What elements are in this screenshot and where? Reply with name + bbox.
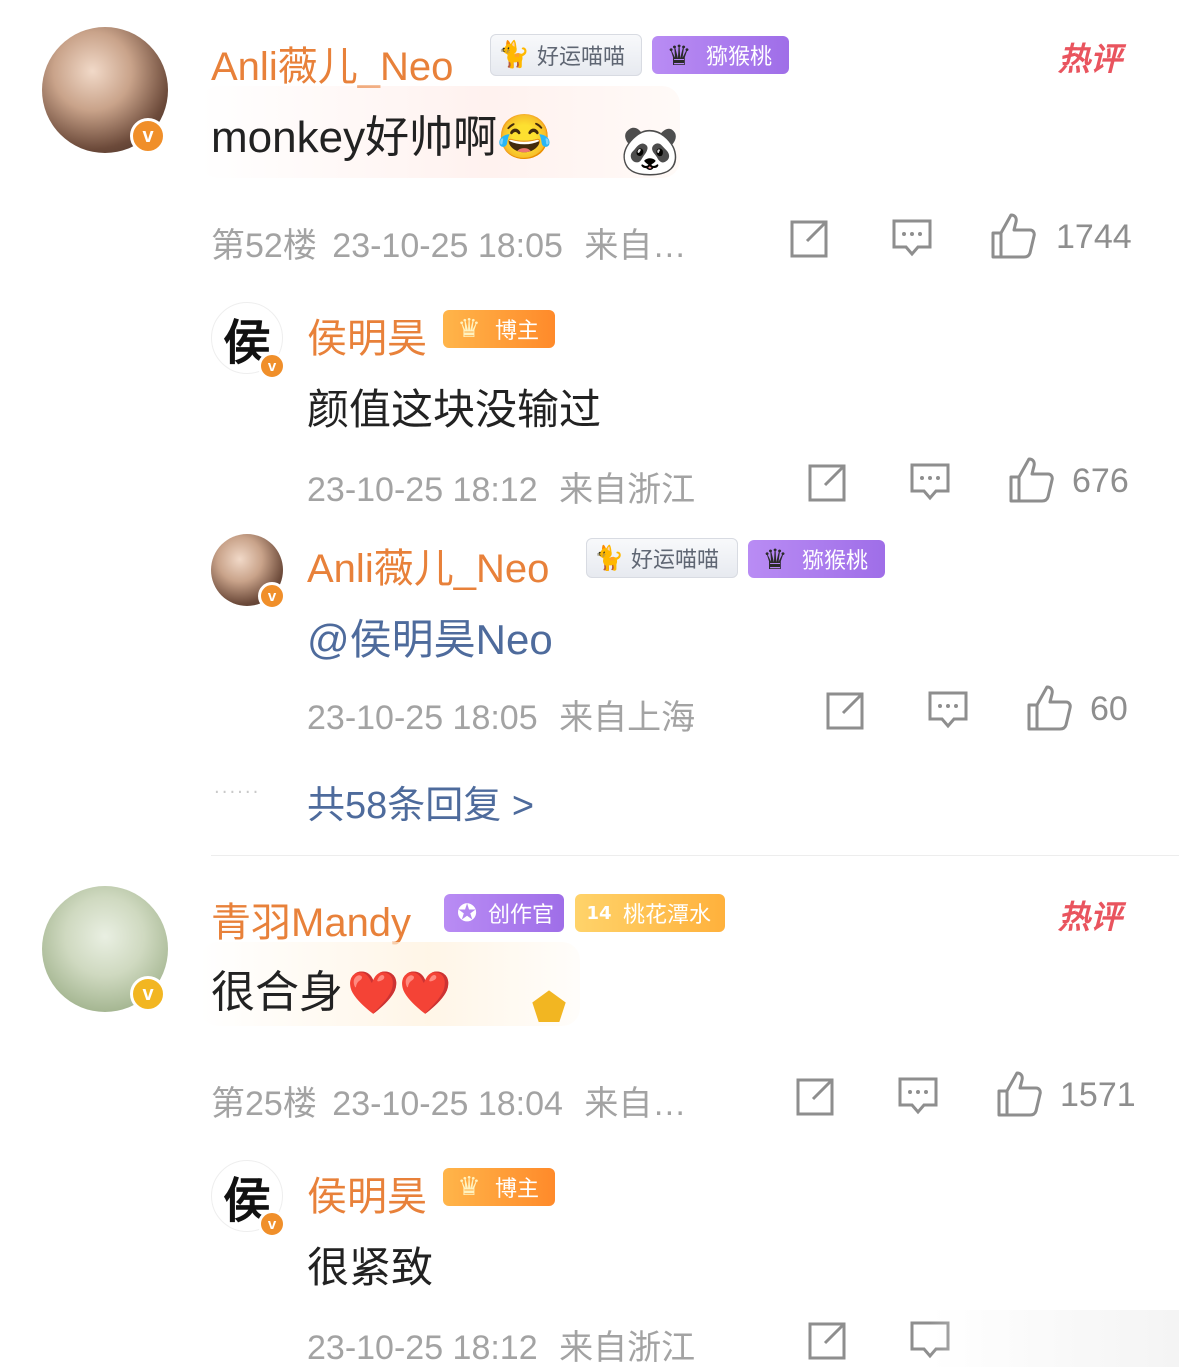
like-button[interactable] (1006, 454, 1056, 506)
cat-icon: 🐈 (497, 40, 531, 70)
badge-lucky-cat[interactable]: 🐈 好运喵喵 (586, 538, 738, 578)
like-icon (991, 213, 1036, 259)
reply-text: 很紧致 (307, 1244, 434, 1291)
like-button[interactable] (994, 1068, 1044, 1120)
reply-meta: 23-10-25 18:12 来自浙江 (307, 1320, 695, 1367)
badge-label: 好运喵喵 (537, 45, 626, 70)
comment-text: monkey好帅啊😂 (211, 101, 552, 165)
crown-icon: ♛ (457, 314, 481, 344)
share-icon (808, 464, 846, 502)
share-icon (796, 1078, 834, 1116)
comment-icon (910, 463, 950, 501)
location: 来自上海 (559, 699, 696, 737)
more-dots: ······ (214, 782, 261, 803)
floor-number: 第52楼 (211, 227, 317, 265)
like-icon (1009, 457, 1054, 503)
reply-text: 颜值这块没输过 (307, 386, 602, 433)
share-icon (808, 1322, 846, 1360)
verified-badge-icon: v (130, 976, 166, 1012)
timestamp: 23-10-25 18:05 (332, 227, 563, 265)
badge-kiwi[interactable]: ♛ 猕猴桃 (748, 540, 885, 578)
badge-blogger[interactable]: ♛ 博主 (443, 310, 555, 348)
reply-meta: 23-10-25 18:12 来自浙江 (307, 462, 695, 511)
like-button[interactable] (1024, 682, 1074, 734)
username[interactable]: 侯明昊 (307, 306, 427, 364)
emoji-laugh-icon: 😂 (497, 113, 552, 162)
like-button[interactable] (988, 210, 1038, 262)
comment-text: 很合身❤️❤️ (211, 956, 452, 1020)
heart-icon: ❤️❤️ (347, 969, 452, 1016)
comment-button[interactable] (888, 214, 936, 262)
share-icon (826, 692, 864, 730)
location: 来自… (584, 1085, 687, 1123)
share-icon (790, 220, 828, 258)
badge-label: 猕猴桃 (706, 45, 773, 70)
comment-icon (892, 219, 932, 257)
comment-text-body: monkey好帅啊 (211, 113, 498, 162)
share-button[interactable] (804, 1316, 852, 1364)
share-button[interactable] (804, 458, 852, 506)
timestamp: 23-10-25 18:05 (307, 699, 538, 737)
badge-label: 桃花潭水 (623, 903, 712, 928)
verified-badge-icon: v (258, 1210, 286, 1238)
like-count: 676 (1072, 462, 1129, 500)
comment-icon (898, 1077, 938, 1115)
badge-kiwi[interactable]: ♛ 猕猴桃 (652, 36, 789, 74)
badge-blogger[interactable]: ♛ 博主 (443, 1168, 555, 1206)
location: 来自浙江 (559, 1329, 696, 1367)
comment-icon (928, 691, 968, 729)
panda-sticker-icon: 🐼 (620, 123, 680, 179)
comment-button[interactable] (906, 458, 954, 506)
like-count: 60 (1090, 690, 1128, 728)
username[interactable]: Anli薇儿_Neo (307, 536, 549, 594)
share-button[interactable] (822, 686, 870, 734)
divider (211, 855, 1179, 856)
username[interactable]: 青羽Mandy (211, 890, 411, 948)
verified-badge-icon: v (258, 582, 286, 610)
verified-badge-icon: v (258, 352, 286, 380)
floor-number: 第25楼 (211, 1085, 317, 1123)
share-button[interactable] (786, 214, 834, 262)
badge-label: 猕猴桃 (802, 549, 869, 574)
badge-label: 博主 (495, 319, 540, 344)
crown-icon: ♛ (457, 1172, 481, 1202)
hot-comment-label: 热评 (1058, 898, 1123, 936)
crown-icon: ♛ (666, 38, 692, 72)
view-all-replies-link[interactable]: 共58条回复 > (307, 774, 534, 829)
comment-meta: 第52楼 23-10-25 18:05 来自… (211, 218, 686, 267)
bottom-fade (930, 1310, 1179, 1367)
comment-button[interactable] (894, 1072, 942, 1120)
username[interactable]: 侯明昊 (307, 1164, 427, 1222)
reply-meta: 23-10-25 18:05 来自上海 (307, 690, 695, 739)
cat-icon: 🐈 (594, 544, 624, 572)
mention-link[interactable]: @侯明昊Neo (307, 606, 553, 667)
like-icon (1027, 685, 1072, 731)
badge-peach-pond[interactable]: 14 桃花潭水 (575, 894, 725, 932)
comment-meta: 第25楼 23-10-25 18:04 来自… (211, 1076, 686, 1125)
badge-label: 好运喵喵 (631, 548, 720, 573)
creator-icon: ✪ (456, 899, 478, 927)
share-button[interactable] (792, 1072, 840, 1120)
gold-medal-icon: ⬟ (531, 985, 567, 1031)
verified-badge-icon: v (130, 118, 166, 154)
level-diamond-icon: 14 (586, 902, 612, 924)
badge-creator[interactable]: ✪ 创作官 (444, 894, 564, 932)
like-count: 1571 (1060, 1076, 1136, 1114)
location: 来自… (584, 227, 687, 265)
like-icon (997, 1071, 1042, 1117)
comment-text-body: 很合身 (211, 968, 343, 1017)
timestamp: 23-10-25 18:12 (307, 1329, 538, 1367)
timestamp: 23-10-25 18:04 (332, 1085, 563, 1123)
location: 来自浙江 (559, 471, 696, 509)
comment-button[interactable] (924, 686, 972, 734)
timestamp: 23-10-25 18:12 (307, 471, 538, 509)
like-count: 1744 (1056, 218, 1132, 256)
badge-label: 创作官 (488, 903, 555, 928)
crown-icon: ♛ (762, 542, 788, 576)
badge-label: 博主 (495, 1177, 540, 1202)
username[interactable]: Anli薇儿_Neo (211, 34, 453, 92)
badge-lucky-cat[interactable]: 🐈 好运喵喵 (490, 34, 642, 76)
hot-comment-label: 热评 (1058, 40, 1123, 78)
